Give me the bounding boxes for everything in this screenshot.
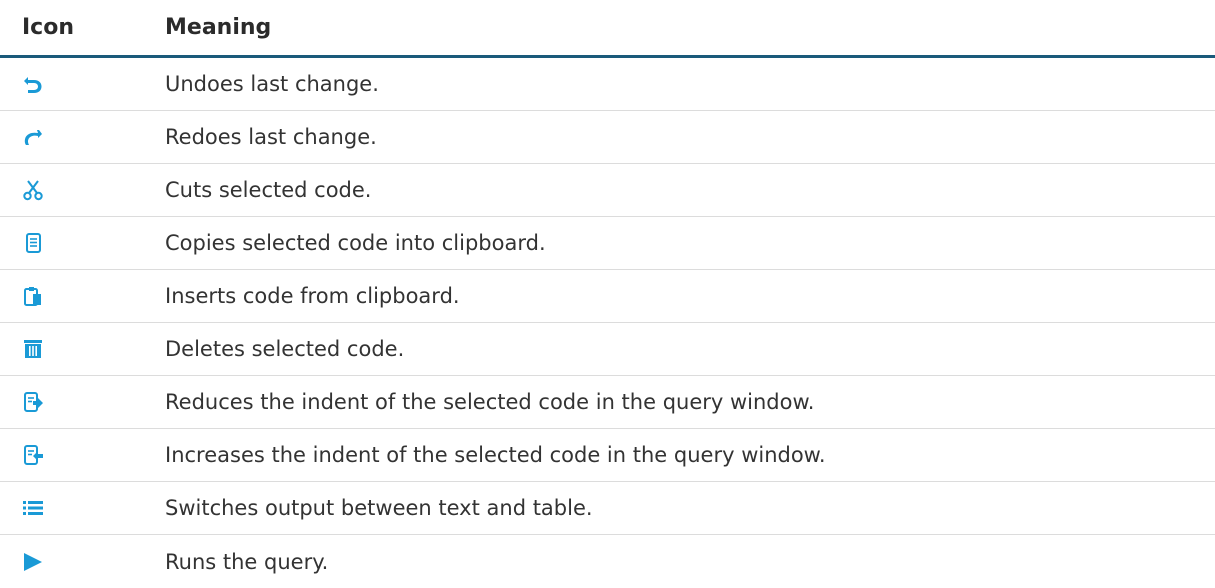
delete-icon <box>22 338 44 360</box>
table-row: Redoes last change. <box>0 111 1215 164</box>
header-icon: Icon <box>22 15 75 40</box>
row-meaning: Runs the query. <box>165 549 329 574</box>
table-row: Increases the indent of the selected cod… <box>0 429 1215 482</box>
row-meaning: Redoes last change. <box>165 125 377 149</box>
table-row: Deletes selected code. <box>0 323 1215 376</box>
table-row: Reduces the indent of the selected code … <box>0 376 1215 429</box>
table-row: Inserts code from clipboard. <box>0 270 1215 323</box>
table-row: Runs the query. <box>0 535 1215 588</box>
table-row: Cuts selected code. <box>0 164 1215 217</box>
row-meaning: Inserts code from clipboard. <box>165 284 460 308</box>
copy-icon <box>22 232 44 254</box>
redo-icon <box>22 126 44 148</box>
row-meaning: Deletes selected code. <box>165 337 405 361</box>
undo-icon <box>22 73 44 95</box>
row-meaning: Copies selected code into clipboard. <box>165 231 546 255</box>
row-meaning: Increases the indent of the selected cod… <box>165 443 826 467</box>
paste-icon <box>22 285 44 307</box>
row-meaning: Cuts selected code. <box>165 178 372 202</box>
header-meaning: Meaning <box>165 15 272 40</box>
row-meaning: Undoes last change. <box>165 72 379 96</box>
row-meaning: Reduces the indent of the selected code … <box>165 390 815 414</box>
table-row: Copies selected code into clipboard. <box>0 217 1215 270</box>
table-row: Undoes last change. <box>0 58 1215 111</box>
cut-icon <box>22 179 44 201</box>
outdent-icon <box>22 391 44 413</box>
indent-icon <box>22 444 44 466</box>
row-meaning: Switches output between text and table. <box>165 496 593 520</box>
icon-meaning-table: Icon Meaning Undoes last change. Redoes … <box>0 0 1215 588</box>
table-header: Icon Meaning <box>0 0 1215 58</box>
play-icon <box>22 551 44 573</box>
list-icon <box>22 497 44 519</box>
table-row: Switches output between text and table. <box>0 482 1215 535</box>
